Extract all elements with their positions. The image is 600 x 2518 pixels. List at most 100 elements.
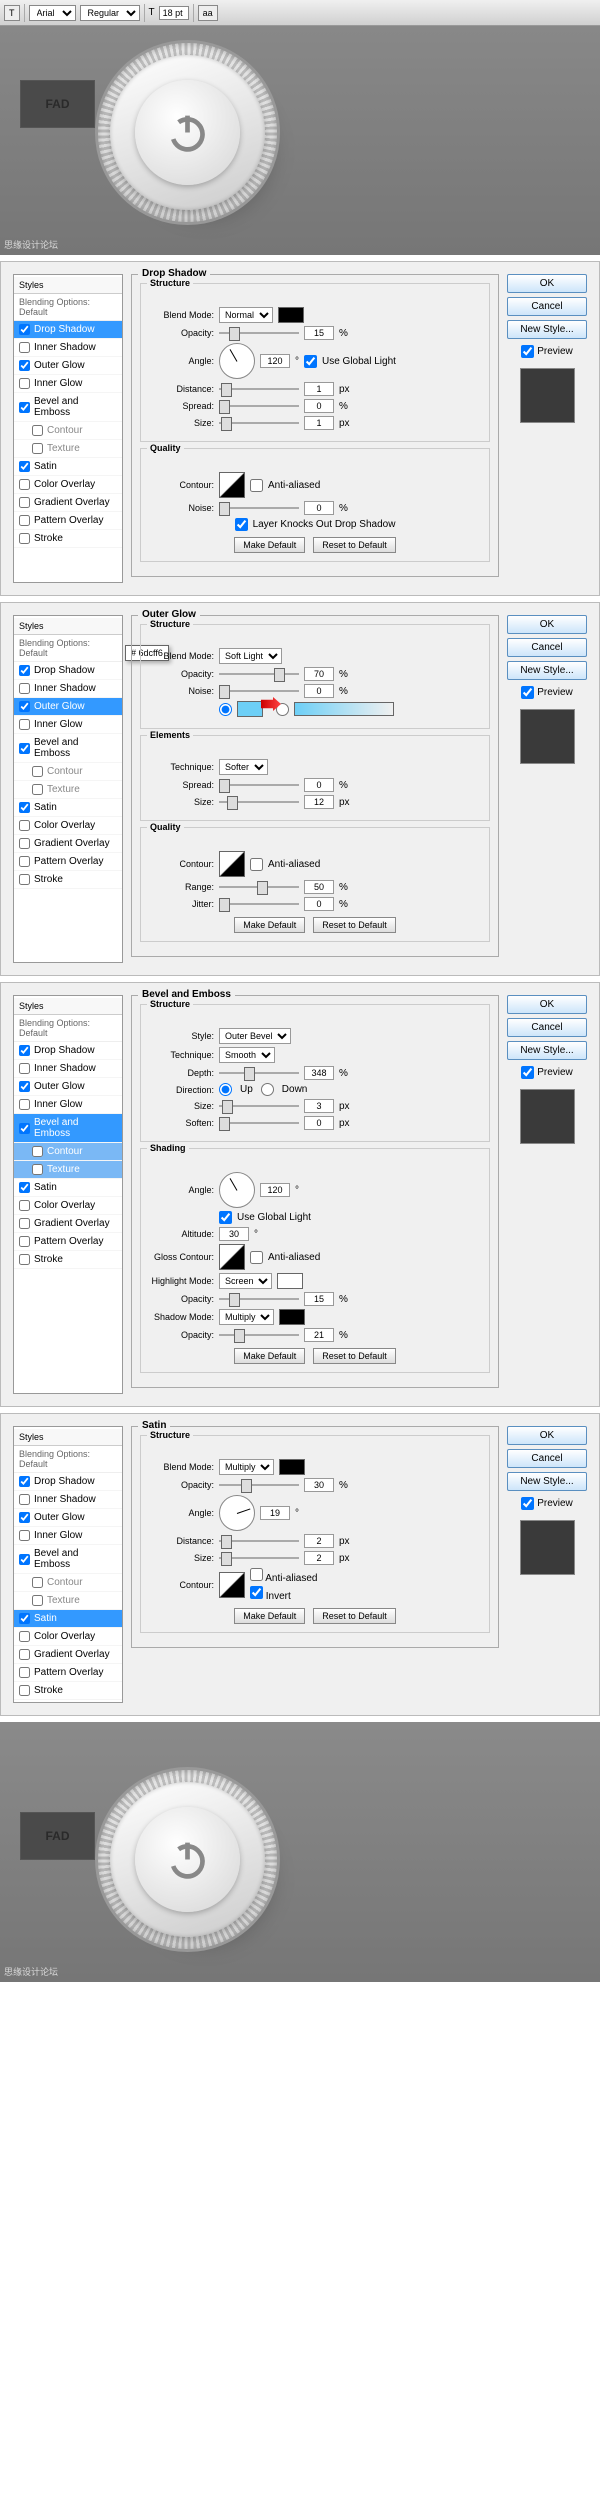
style-item-drop-shadow[interactable]: Drop Shadow bbox=[14, 1042, 122, 1060]
slider[interactable] bbox=[219, 778, 299, 792]
slider[interactable] bbox=[219, 1534, 299, 1548]
style-checkbox[interactable] bbox=[19, 360, 30, 371]
color-radio[interactable] bbox=[219, 703, 232, 716]
style-item-pattern-overlay[interactable]: Pattern Overlay bbox=[14, 1233, 122, 1251]
make-default-button[interactable]: Make Default bbox=[234, 537, 305, 553]
style-item-drop-shadow[interactable]: Drop Shadow bbox=[14, 321, 122, 339]
slider[interactable] bbox=[219, 1328, 299, 1342]
style-checkbox[interactable] bbox=[19, 1123, 30, 1134]
blend-mode-select[interactable]: Multiply bbox=[219, 1459, 274, 1475]
blend-mode-select[interactable]: Soft Light bbox=[219, 648, 282, 664]
style-checkbox[interactable] bbox=[19, 1649, 30, 1660]
style-item-pattern-overlay[interactable]: Pattern Overlay bbox=[14, 512, 122, 530]
blending-options-row[interactable]: Blending Options: Default bbox=[14, 294, 122, 321]
value-input[interactable] bbox=[304, 416, 334, 430]
style-item-contour[interactable]: Contour bbox=[14, 1574, 122, 1592]
style-checkbox[interactable] bbox=[19, 1476, 30, 1487]
style-checkbox[interactable] bbox=[19, 1200, 30, 1211]
slider[interactable] bbox=[219, 897, 299, 911]
style-checkbox[interactable] bbox=[19, 874, 30, 885]
style-item-texture[interactable]: Texture bbox=[14, 1592, 122, 1610]
slider[interactable] bbox=[219, 501, 299, 515]
style-checkbox[interactable] bbox=[19, 820, 30, 831]
style-item-bevel-and-emboss[interactable]: Bevel and Emboss bbox=[14, 734, 122, 763]
new-style-button[interactable]: New Style... bbox=[507, 320, 587, 339]
style-item-stroke[interactable]: Stroke bbox=[14, 1251, 122, 1269]
style-item-inner-glow[interactable]: Inner Glow bbox=[14, 375, 122, 393]
style-checkbox[interactable] bbox=[32, 1595, 43, 1606]
shadow-color-swatch[interactable] bbox=[279, 1309, 305, 1325]
style-checkbox[interactable] bbox=[19, 1218, 30, 1229]
new-style-button[interactable]: New Style... bbox=[507, 661, 587, 680]
make-default-button[interactable]: Make Default bbox=[234, 1348, 305, 1364]
reset-default-button[interactable]: Reset to Default bbox=[313, 1608, 396, 1624]
contour-picker[interactable] bbox=[219, 851, 245, 877]
ok-button[interactable]: OK bbox=[507, 615, 587, 634]
gloss-contour-picker[interactable] bbox=[219, 1244, 245, 1270]
slider[interactable] bbox=[219, 1478, 299, 1492]
style-item-contour[interactable]: Contour bbox=[14, 1143, 122, 1161]
style-checkbox[interactable] bbox=[19, 533, 30, 544]
slider[interactable] bbox=[219, 1116, 299, 1130]
value-input[interactable] bbox=[304, 326, 334, 340]
ok-button[interactable]: OK bbox=[507, 995, 587, 1014]
direction-down-radio[interactable] bbox=[261, 1083, 274, 1096]
technique-select[interactable]: Softer bbox=[219, 759, 268, 775]
style-checkbox[interactable] bbox=[19, 378, 30, 389]
style-checkbox[interactable] bbox=[19, 1236, 30, 1247]
style-item-drop-shadow[interactable]: Drop Shadow bbox=[14, 1473, 122, 1491]
slider[interactable] bbox=[219, 667, 299, 681]
value-input[interactable] bbox=[304, 1328, 334, 1342]
style-item-gradient-overlay[interactable]: Gradient Overlay bbox=[14, 835, 122, 853]
style-checkbox[interactable] bbox=[32, 443, 43, 454]
cancel-button[interactable]: Cancel bbox=[507, 1449, 587, 1468]
ok-button[interactable]: OK bbox=[507, 1426, 587, 1445]
style-item-bevel-and-emboss[interactable]: Bevel and Emboss bbox=[14, 1114, 122, 1143]
style-checkbox[interactable] bbox=[19, 1530, 30, 1541]
style-checkbox[interactable] bbox=[19, 324, 30, 335]
value-input[interactable] bbox=[304, 880, 334, 894]
cancel-button[interactable]: Cancel bbox=[507, 297, 587, 316]
style-item-color-overlay[interactable]: Color Overlay bbox=[14, 1197, 122, 1215]
value-input[interactable] bbox=[304, 778, 334, 792]
slider[interactable] bbox=[219, 684, 299, 698]
slider[interactable] bbox=[219, 880, 299, 894]
style-checkbox[interactable] bbox=[19, 802, 30, 813]
shadow-mode-select[interactable]: Multiply bbox=[219, 1309, 274, 1325]
style-item-satin[interactable]: Satin bbox=[14, 1179, 122, 1197]
slider[interactable] bbox=[219, 1099, 299, 1113]
blending-options-row[interactable]: Blending Options: Default bbox=[14, 1446, 122, 1473]
style-item-inner-shadow[interactable]: Inner Shadow bbox=[14, 680, 122, 698]
value-input[interactable] bbox=[304, 501, 334, 515]
style-checkbox[interactable] bbox=[32, 425, 43, 436]
style-checkbox[interactable] bbox=[19, 1554, 30, 1565]
style-checkbox[interactable] bbox=[19, 497, 30, 508]
style-checkbox[interactable] bbox=[19, 1631, 30, 1642]
style-checkbox[interactable] bbox=[19, 1512, 30, 1523]
invert-checkbox[interactable] bbox=[250, 1586, 263, 1599]
ok-button[interactable]: OK bbox=[507, 274, 587, 293]
style-item-satin[interactable]: Satin bbox=[14, 458, 122, 476]
new-style-button[interactable]: New Style... bbox=[507, 1472, 587, 1491]
style-checkbox[interactable] bbox=[32, 766, 43, 777]
value-input[interactable] bbox=[304, 382, 334, 396]
preview-checkbox[interactable] bbox=[521, 345, 534, 358]
value-input[interactable] bbox=[304, 1551, 334, 1565]
value-input[interactable] bbox=[304, 897, 334, 911]
type-tool-icon[interactable]: T bbox=[4, 5, 20, 21]
angle-dial[interactable] bbox=[219, 343, 255, 379]
style-item-inner-glow[interactable]: Inner Glow bbox=[14, 1527, 122, 1545]
style-checkbox[interactable] bbox=[19, 665, 30, 676]
style-item-inner-shadow[interactable]: Inner Shadow bbox=[14, 1491, 122, 1509]
style-checkbox[interactable] bbox=[19, 1045, 30, 1056]
make-default-button[interactable]: Make Default bbox=[234, 917, 305, 933]
slider[interactable] bbox=[219, 416, 299, 430]
value-input[interactable] bbox=[304, 1099, 334, 1113]
value-input[interactable] bbox=[304, 1478, 334, 1492]
style-item-inner-shadow[interactable]: Inner Shadow bbox=[14, 339, 122, 357]
style-item-satin[interactable]: Satin bbox=[14, 799, 122, 817]
slider[interactable] bbox=[219, 326, 299, 340]
style-checkbox[interactable] bbox=[32, 784, 43, 795]
style-item-satin[interactable]: Satin bbox=[14, 1610, 122, 1628]
style-checkbox[interactable] bbox=[19, 479, 30, 490]
